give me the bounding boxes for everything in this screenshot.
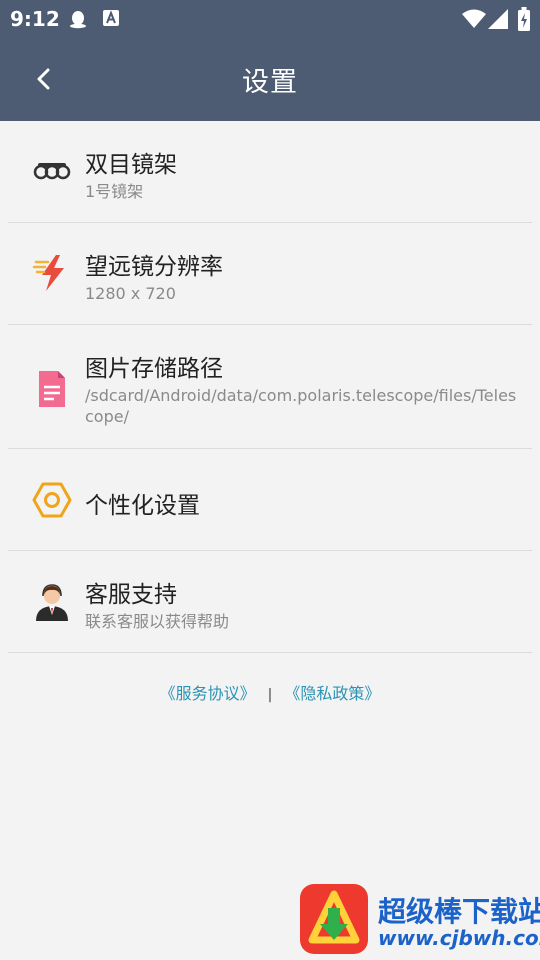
setting-value: 联系客服以获得帮助 bbox=[85, 612, 230, 631]
setting-value: /sdcard/Android/data/com.polaris.telesco… bbox=[85, 386, 517, 426]
setting-value: 1号镜架 bbox=[85, 182, 144, 201]
page-title: 设置 bbox=[242, 67, 298, 98]
status-bar: 9:12 bbox=[0, 0, 540, 38]
hexagon-icon bbox=[32, 482, 72, 518]
privacy-policy-link[interactable]: 《隐私政策》 bbox=[284, 684, 380, 703]
signal-icon bbox=[488, 9, 508, 29]
watermark-url: www.cjbwh.com bbox=[378, 926, 540, 950]
setting-image-storage-path[interactable]: 图片存储路径 /sdcard/Android/data/com.polaris.… bbox=[0, 325, 540, 449]
setting-value: 1280 x 720 bbox=[85, 284, 176, 303]
settings-list: 双目镜架 1号镜架 望远镜分辨率 1280 x 720 图片存储路径 /sdca… bbox=[0, 121, 540, 653]
setting-personalization[interactable]: 个性化设置 bbox=[0, 449, 540, 551]
binocular-icon bbox=[33, 163, 71, 180]
app-bar: 设置 bbox=[0, 38, 540, 121]
customer-service-icon bbox=[36, 584, 68, 621]
setting-telescope-resolution[interactable]: 望远镜分辨率 1280 x 720 bbox=[0, 223, 540, 325]
download-site-logo-icon bbox=[300, 884, 368, 954]
setting-label: 客服支持 bbox=[85, 582, 177, 608]
watermark-title: 超级棒下载站 bbox=[378, 895, 540, 928]
setting-binocular-frame[interactable]: 双目镜架 1号镜架 bbox=[0, 121, 540, 223]
divider bbox=[8, 652, 532, 653]
setting-customer-service[interactable]: 客服支持 联系客服以获得帮助 bbox=[0, 551, 540, 653]
service-agreement-link[interactable]: 《服务协议》 bbox=[160, 684, 256, 703]
lightning-icon bbox=[32, 255, 64, 291]
setting-label: 望远镜分辨率 bbox=[85, 254, 223, 280]
site-watermark: 超级棒下载站 www.cjbwh.com bbox=[298, 880, 540, 960]
setting-label: 图片存储路径 bbox=[85, 356, 223, 382]
wifi-icon bbox=[462, 9, 486, 28]
setting-label: 双目镜架 bbox=[85, 152, 177, 178]
text-notification-icon bbox=[103, 10, 119, 26]
setting-label: 个性化设置 bbox=[85, 493, 200, 519]
document-icon bbox=[39, 371, 65, 407]
link-separator: | bbox=[267, 687, 273, 703]
agreement-links: 《服务协议》 | 《隐私政策》 bbox=[0, 680, 540, 704]
battery-icon bbox=[518, 7, 530, 31]
status-time: 9:12 bbox=[10, 7, 60, 31]
qq-notification-icon bbox=[70, 11, 86, 29]
